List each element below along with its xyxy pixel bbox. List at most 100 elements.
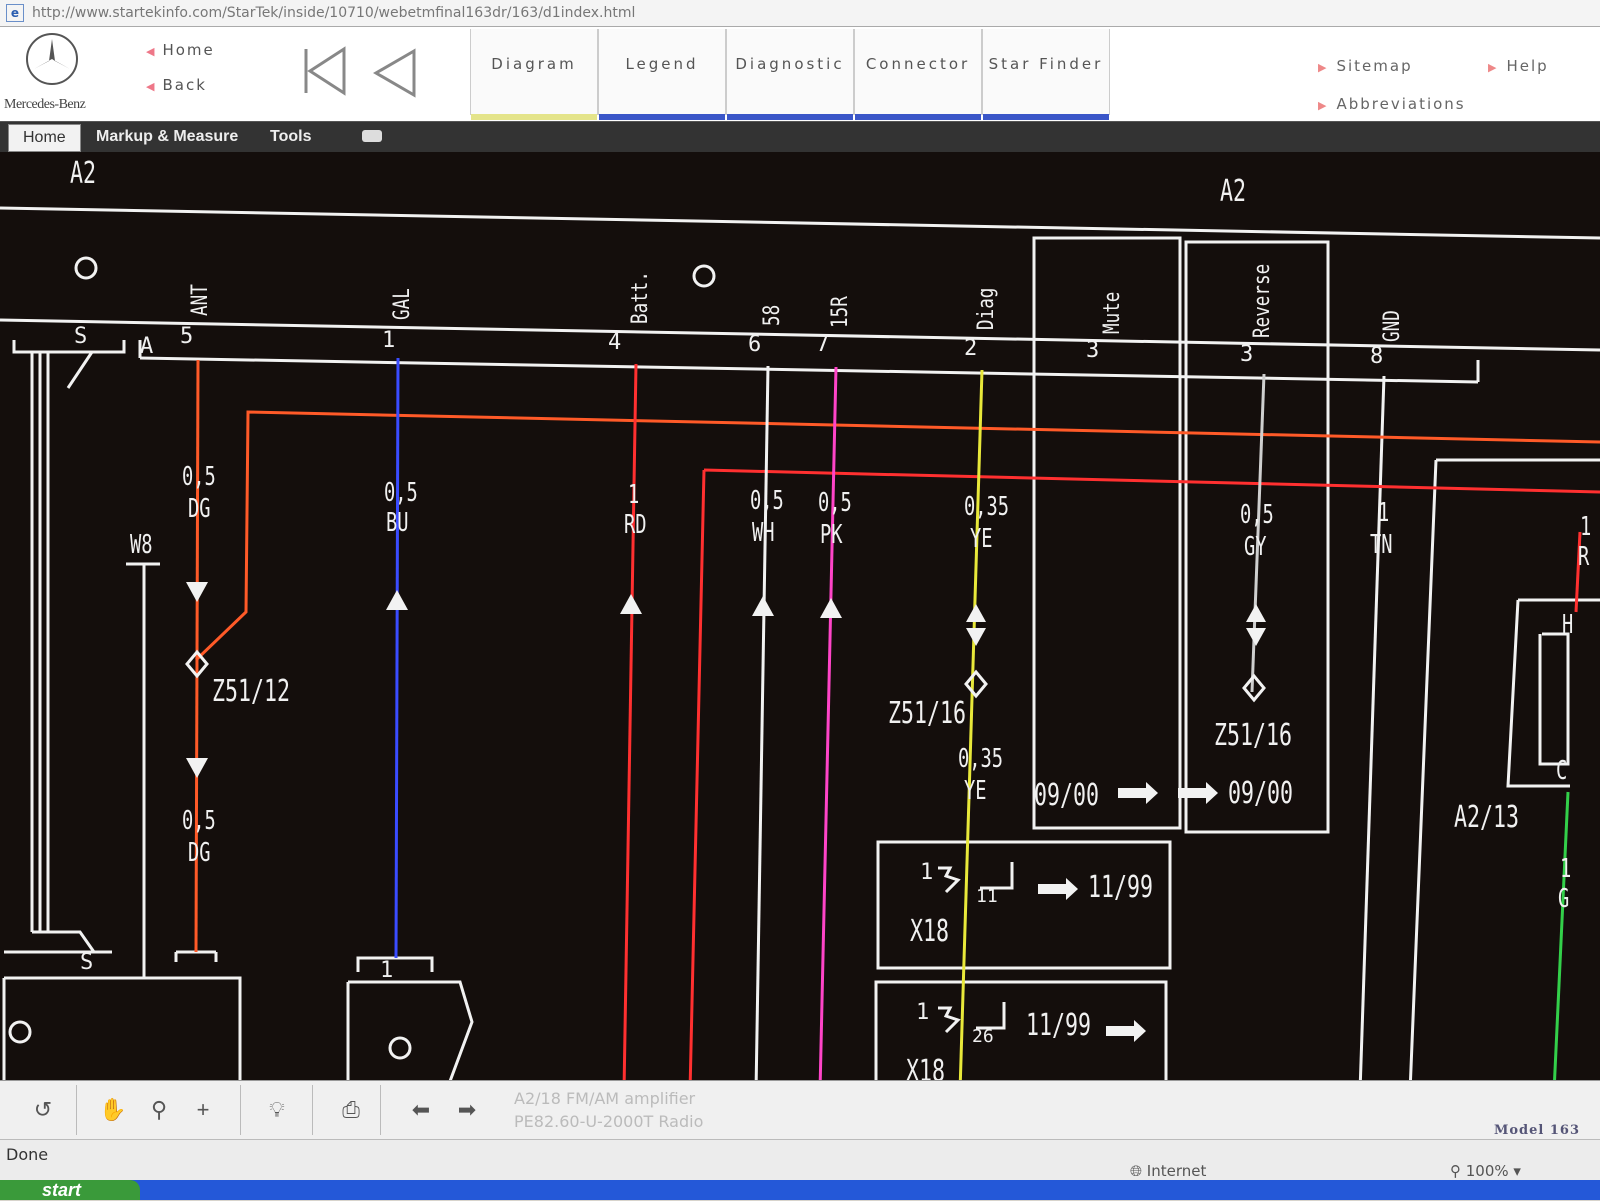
wire-size-ye-lower: 0,35: [958, 744, 1004, 774]
diagram-title-left: A2: [70, 156, 97, 191]
w8-label: W8: [130, 530, 153, 560]
home-link[interactable]: ◀ Home: [146, 41, 215, 76]
tab-legend[interactable]: Legend: [598, 29, 726, 120]
brand-name: Mercedes-Benz: [4, 97, 86, 112]
zoom-level-label: 100%: [1465, 1162, 1509, 1180]
tab-connector[interactable]: Connector: [854, 29, 982, 120]
pin-number-gnd: 8: [1370, 344, 1384, 369]
x18-a-date: 11/99: [1088, 870, 1154, 905]
edge-label-r2: R: [1578, 542, 1590, 572]
pan-hand-icon[interactable]: ✋: [98, 1095, 128, 1125]
mercedes-logo[interactable]: Mercedes-Benz: [4, 31, 104, 121]
zoom-icon[interactable]: ⚲: [144, 1095, 174, 1125]
wire-size-pk: 0,5: [818, 488, 852, 518]
wire-size-tn: 1: [1378, 498, 1390, 528]
wire-color-dg-lower: DG: [188, 838, 211, 868]
pin-number-15r: 7: [816, 332, 830, 357]
pin-number-mute: 3: [1086, 338, 1100, 363]
pin-name-gal: GAL: [390, 288, 415, 320]
help-label: Help: [1506, 57, 1549, 75]
pin-number-ant: 5: [180, 324, 194, 349]
zoom-level[interactable]: ⚲ 100% ▾: [1450, 1162, 1521, 1180]
pin-number-58: 6: [748, 332, 762, 357]
abbreviations-label: Abbreviations: [1336, 95, 1466, 113]
tab-diagram[interactable]: Diagram: [470, 29, 598, 120]
globe-icon: 🌐︎: [1130, 1162, 1147, 1180]
back-link[interactable]: ◀ Back: [146, 76, 215, 111]
pin-name-diag: Diag: [974, 287, 999, 330]
wire-size-rd: 1: [628, 480, 640, 510]
tab-indicator: [983, 114, 1109, 120]
wire-color-wh: WH: [752, 518, 775, 548]
splice-z51-16-right: Z51/16: [1214, 718, 1293, 753]
nav-arrows: [300, 45, 430, 106]
url-text[interactable]: http://www.startekinfo.com/StarTek/insid…: [32, 5, 635, 21]
switch-label: S: [74, 324, 88, 349]
start-button[interactable]: start: [0, 1180, 140, 1200]
wire-color-tn: TN: [1370, 530, 1393, 560]
first-page-icon[interactable]: [304, 46, 346, 96]
wire-size-gy: 0,5: [1240, 500, 1274, 530]
edge-label-h: H: [1562, 610, 1574, 640]
sitemap-link[interactable]: ▶ Sitemap: [1318, 57, 1413, 75]
viewer-toolbar: ↺ ✋ ⚲ + 💡︎ ⎙ ⬅ ➡ A2/18 FM/AM amplifier P…: [0, 1080, 1600, 1139]
x18-a-number: 11: [976, 886, 998, 907]
description-line-1: A2/18 FM/AM amplifier: [514, 1089, 696, 1108]
bottom-switch-label: S: [80, 950, 94, 975]
toolbar-divider: [312, 1085, 313, 1135]
plus-icon[interactable]: +: [188, 1095, 218, 1125]
back-link-label: Back: [162, 76, 207, 94]
wire-color-pk: PK: [820, 520, 843, 550]
pin-number-diag: 2: [964, 336, 978, 361]
sitemap-label: Sitemap: [1336, 57, 1413, 75]
tab-indicator: [471, 114, 597, 120]
help-link[interactable]: ▶ Help: [1488, 57, 1549, 75]
pin-number-gal: 1: [382, 328, 396, 353]
address-bar[interactable]: e http://www.startekinfo.com/StarTek/insi…: [0, 0, 1600, 27]
toolbar-divider: [240, 1085, 241, 1135]
pin-name-15r: 15R: [828, 296, 853, 328]
wire-size-ye: 0,35: [964, 492, 1010, 522]
wire-size-dg: 0,5: [182, 462, 216, 492]
edge-label-g1: 1: [1560, 854, 1572, 884]
nav-links: ◀ Home ◀ Back: [146, 41, 215, 111]
arrow-left-icon[interactable]: ⬅: [406, 1095, 436, 1125]
arrow-right-icon: ▶: [1488, 61, 1499, 74]
tab-star-finder[interactable]: Star Finder: [982, 29, 1110, 120]
main-tabs: Diagram Legend Diagnostic Connector Star…: [470, 29, 1110, 121]
rotate-icon[interactable]: ↺: [28, 1095, 58, 1125]
edge-label-g2: G: [1558, 884, 1570, 914]
magnifier-icon: ⚲: [1450, 1162, 1466, 1180]
pin-name-gnd: GND: [1380, 310, 1405, 342]
tab-diagnostic[interactable]: Diagnostic: [726, 29, 854, 120]
tab-diagnostic-label: Diagnostic: [735, 55, 845, 73]
component-description: A2/18 FM/AM amplifier PE82.60-U-2000T Ra…: [514, 1087, 703, 1133]
print-icon[interactable]: ⎙: [336, 1095, 366, 1125]
tools-menu[interactable]: Tools: [270, 124, 311, 150]
dropdown-toggle[interactable]: [362, 130, 382, 142]
wire-color-bu: BU: [386, 508, 409, 538]
reverse-date: 09/00: [1228, 776, 1294, 811]
description-line-2: PE82.60-U-2000T Radio: [514, 1112, 704, 1131]
connector-label: A: [140, 334, 154, 359]
lightbulb-icon[interactable]: 💡︎: [262, 1095, 292, 1125]
wiring-diagram[interactable]: A2 A2 ANT GAL Batt. 58 15R Diag Mute Rev…: [0, 152, 1600, 1092]
pin-number-reverse: 3: [1240, 342, 1254, 367]
arrow-right-icon: ▶: [1318, 61, 1329, 74]
security-zone: 🌐︎ Internet: [1130, 1162, 1206, 1180]
mute-date: 09/00: [1034, 778, 1100, 813]
toolbar-divider: [76, 1085, 77, 1135]
diagram-title-right: A2: [1220, 174, 1247, 209]
arrow-left-icon: ◀: [146, 45, 157, 58]
arrow-right-icon[interactable]: ➡: [452, 1095, 482, 1125]
markup-measure-menu[interactable]: Markup & Measure: [96, 124, 238, 150]
x18-a-pin: 1: [920, 860, 934, 885]
tab-indicator: [599, 114, 725, 120]
previous-page-icon[interactable]: [373, 48, 416, 98]
abbreviations-link[interactable]: ▶ Abbreviations: [1318, 95, 1466, 113]
wire-color-ye-lower: YE: [964, 776, 987, 806]
pin-name-reverse: Reverse: [1250, 263, 1275, 338]
toolbar-home-button[interactable]: Home: [8, 124, 81, 152]
windows-taskbar: start: [0, 1180, 1600, 1200]
wire-size-bu: 0,5: [384, 478, 418, 508]
